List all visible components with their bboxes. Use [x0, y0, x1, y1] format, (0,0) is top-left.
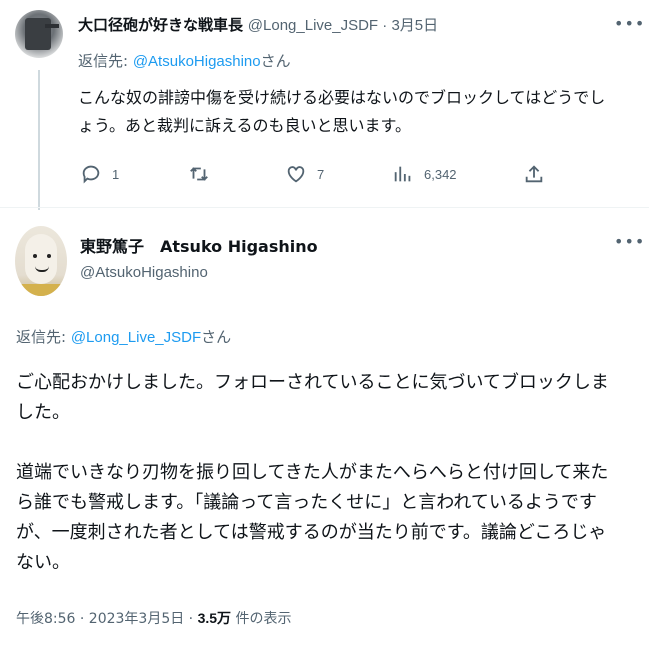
thread-line — [38, 70, 40, 210]
tweet-text-line: が、一度刺された者としては警戒するのが当たり前です。議論どころじゃ — [16, 522, 607, 543]
replying-to-link[interactable]: @AtsukoHigashino — [133, 53, 261, 70]
header-separator: · — [378, 17, 392, 34]
main-tweet-text: ご心配おかけしました。フォローされていることに気づいてブロックしま した。 道端… — [16, 368, 636, 578]
reply-tweet-text: こんな奴の誹謗中傷を受け続ける必要はないのでブロックしてはどうでし ょう。あと裁… — [78, 84, 638, 140]
more-icon[interactable]: ••• — [614, 14, 644, 34]
reply-text-line: ょう。あと裁判に訴えるのも良いと思います。 — [78, 116, 411, 135]
tweet-paragraph: ご心配おかけしました。フォローされていることに気づいてブロックしま した。 — [16, 368, 636, 428]
reply-action-bar: 1 7 6,342 — [80, 162, 560, 186]
main-author-name[interactable]: 東野篤子 Atsuko Higashino — [80, 233, 318, 257]
replying-to-link[interactable]: @Long_Live_JSDF — [71, 329, 201, 346]
retweet-icon — [190, 167, 208, 181]
more-icon[interactable]: ••• — [614, 232, 644, 252]
main-author-handle[interactable]: @AtsukoHigashino — [80, 264, 208, 281]
reply-tweet[interactable]: 大口径砲が好きな戦車長 @Long_Live_JSDF · 3月5日 ••• 返… — [0, 0, 649, 210]
tweet-text-line: ご心配おかけしました。フォローされていることに気づいてブロックしま — [16, 372, 609, 393]
tweet-paragraph: 道端でいきなり刃物を振り回してきた人がまたへらへらと付け回して来た ら誰でも警戒… — [16, 458, 636, 578]
retweet-button[interactable] — [188, 162, 220, 186]
reply-text-line: こんな奴の誹謗中傷を受け続ける必要はないのでブロックしてはどうでし — [78, 88, 606, 107]
views-suffix: 件の表示 — [231, 611, 292, 627]
tweet-timestamp[interactable]: 午後8:56 · 2023年3月5日 · — [16, 611, 198, 627]
reply-replying-to: 返信先: @AtsukoHigashinoさん — [78, 50, 291, 71]
views-value[interactable]: 3.5万 — [198, 610, 231, 626]
share-icon — [525, 165, 543, 183]
reply-tweet-header: 大口径砲が好きな戦車長 @Long_Live_JSDF · 3月5日 — [78, 14, 438, 35]
character-avatar[interactable] — [15, 226, 67, 296]
tweet-text-line: ない。 — [16, 552, 70, 573]
replying-prefix: 返信先: — [16, 328, 71, 346]
tweet-text-line: 道端でいきなり刃物を振り回してきた人がまたへらへらと付け回して来た — [16, 462, 609, 483]
tweet-text-line: ら誰でも警戒します。「議論って言ったくせに」と言われているようです — [16, 492, 597, 513]
reply-count: 1 — [112, 166, 120, 182]
replying-suffix: さん — [260, 52, 291, 70]
replying-prefix: 返信先: — [78, 52, 133, 70]
reply-button[interactable]: 1 — [80, 162, 119, 186]
main-tweet: 東野篤子 Atsuko Higashino @AtsukoHigashino •… — [0, 208, 649, 649]
reply-icon — [82, 165, 100, 184]
views-icon — [394, 166, 411, 182]
views-button[interactable]: 6,342 — [392, 162, 457, 186]
main-replying-to: 返信先: @Long_Live_JSDFさん — [16, 326, 231, 347]
views-count: 6,342 — [424, 166, 457, 182]
tank-avatar[interactable] — [15, 10, 63, 58]
reply-author-name[interactable]: 大口径砲が好きな戦車長 — [78, 16, 243, 34]
like-count: 7 — [317, 166, 325, 182]
tweet-metadata: 午後8:56 · 2023年3月5日 · 3.5万 件の表示 — [16, 608, 292, 628]
share-button[interactable] — [523, 162, 555, 186]
like-button[interactable]: 7 — [285, 162, 324, 186]
replying-suffix: さん — [201, 328, 232, 346]
reply-date[interactable]: 3月5日 — [391, 17, 438, 34]
heart-icon — [287, 166, 305, 183]
reply-author-handle[interactable]: @Long_Live_JSDF — [248, 17, 378, 34]
tweet-text-line: した。 — [16, 402, 70, 423]
